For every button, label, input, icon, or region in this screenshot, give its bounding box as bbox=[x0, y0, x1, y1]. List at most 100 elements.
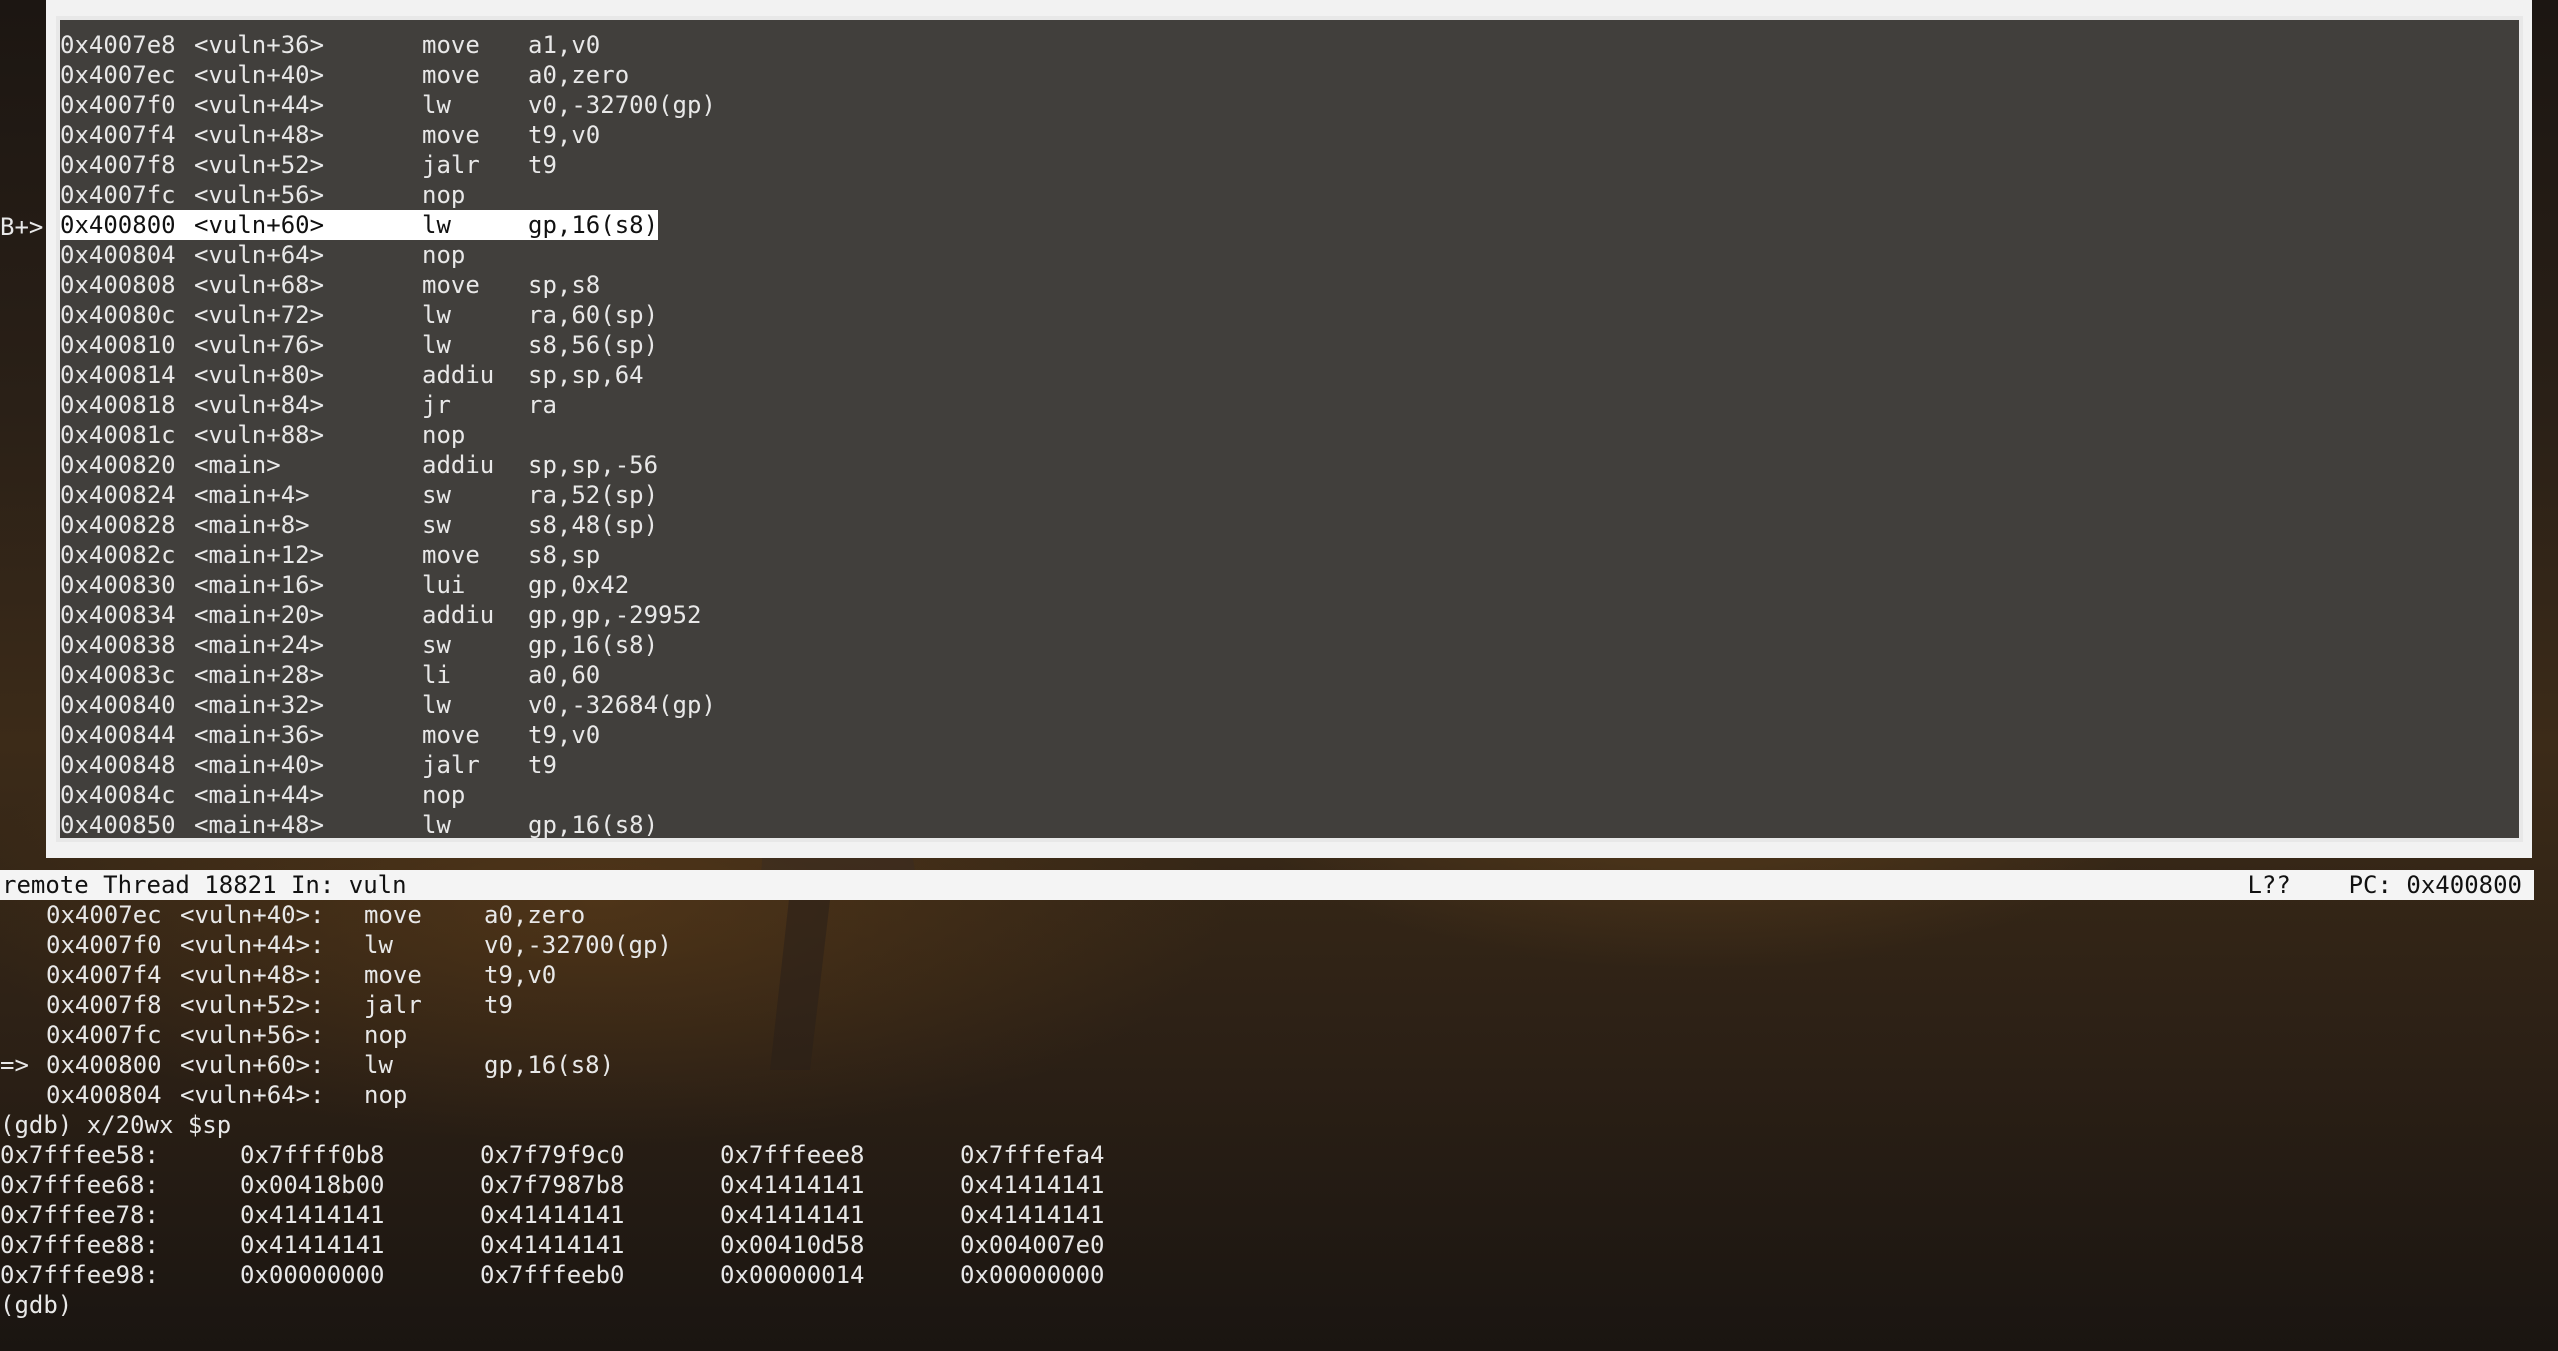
asm-opcode: jalr bbox=[422, 751, 480, 779]
memory-word: 0x41414141 bbox=[480, 1201, 625, 1229]
asm-row[interactable]: 0x4007f4 <vuln+48> move t9,v0 bbox=[60, 120, 716, 150]
asm-address: 0x40080c bbox=[60, 301, 176, 329]
memory-word: 0x7f7987b8 bbox=[480, 1171, 625, 1199]
asm-symbol: <main+48> bbox=[194, 811, 325, 839]
memory-word: 0x41414141 bbox=[960, 1171, 1105, 1199]
asm-row[interactable]: 0x400834 <main+20> addiu gp,gp,-29952 bbox=[60, 600, 716, 630]
asm-row-content: 0x400804 <vuln+64> nop bbox=[60, 240, 528, 270]
asm-row-content: 0x400800 <vuln+60> lw gp,16(s8) bbox=[60, 210, 659, 240]
asm-symbol: <vuln+36> bbox=[194, 31, 325, 59]
asm-row[interactable]: 0x400820 <main> addiu sp,sp,-56 bbox=[60, 450, 716, 480]
asm-row[interactable]: 0x40081c <vuln+88> nop bbox=[60, 420, 716, 450]
asm-row[interactable]: 0x400818 <vuln+84> jr ra bbox=[60, 390, 716, 420]
memory-row: 0x7fffee98: 0x00000000 0x7fffeeb0 0x0000001… bbox=[0, 1260, 1200, 1290]
asm-row[interactable]: 0x40083c <main+28> li a0,60 bbox=[60, 660, 716, 690]
asm-row[interactable]: 0x400804 <vuln+64> nop bbox=[60, 240, 716, 270]
asm-row[interactable]: 0x400828 <main+8> sw s8,48(sp) bbox=[60, 510, 716, 540]
asm-row-content: 0x400818 <vuln+84> jr ra bbox=[60, 390, 557, 420]
asm-operands: sp,s8 bbox=[528, 271, 601, 299]
memory-word: 0x00410d58 bbox=[720, 1231, 865, 1259]
asm-operands: v0,-32700(gp) bbox=[528, 91, 716, 119]
asm-row[interactable]: 0x4007e8 <vuln+36> move a1,v0 bbox=[60, 30, 716, 60]
asm-row[interactable]: 0x400814 <vuln+80> addiu sp,sp,64 bbox=[60, 360, 716, 390]
asm-operands: ra,60(sp) bbox=[528, 301, 659, 329]
asm-row-content: 0x40080c <vuln+72> lw ra,60(sp) bbox=[60, 300, 658, 330]
disasm-line: 0x4007ec <vuln+40>: move a0,zero bbox=[0, 900, 1200, 930]
asm-row[interactable]: 0x400848 <main+40> jalr t9 bbox=[60, 750, 716, 780]
asm-address: 0x400814 bbox=[60, 361, 176, 389]
asm-operands: gp,0x42 bbox=[528, 571, 630, 599]
asm-row[interactable]: 0x400850 <main+48> lw gp,16(s8) bbox=[60, 810, 716, 840]
memory-row: 0x7fffee68: 0x00418b00 0x7f7987b8 0x4141414… bbox=[0, 1170, 1200, 1200]
disasm-operands: t9,v0 bbox=[484, 961, 557, 989]
asm-row-content: 0x400830 <main+16> lui gp,0x42 bbox=[60, 570, 629, 600]
disasm-opcode: jalr bbox=[364, 991, 422, 1019]
command-window[interactable]: 0x4007ec <vuln+40>: move a0,zero 0x4007f0 <vu… bbox=[0, 900, 1200, 1320]
asm-opcode: lui bbox=[422, 571, 466, 599]
asm-row[interactable]: 0x400844 <main+36> move t9,v0 bbox=[60, 720, 716, 750]
asm-row[interactable]: 0x4007f8 <vuln+52> jalr t9 bbox=[60, 150, 716, 180]
asm-row[interactable]: 0x4007f0 <vuln+44> lw v0,-32700(gp) bbox=[60, 90, 716, 120]
asm-row[interactable]: 0x40080c <vuln+72> lw ra,60(sp) bbox=[60, 300, 716, 330]
current-instruction-row[interactable]: 0x400800 <vuln+60> lw gp,16(s8) bbox=[60, 210, 716, 240]
asm-symbol: <vuln+60> bbox=[194, 211, 325, 239]
gdb-command-line[interactable]: (gdb) x/20wx $sp bbox=[0, 1110, 1200, 1140]
disasm-line: 0x4007f4 <vuln+48>: move t9,v0 bbox=[0, 960, 1200, 990]
asm-row[interactable]: 0x400810 <vuln+76> lw s8,56(sp) bbox=[60, 330, 716, 360]
asm-opcode: move bbox=[422, 721, 480, 749]
gdb-prompt-line[interactable]: (gdb) bbox=[0, 1290, 1200, 1320]
asm-address: 0x40082c bbox=[60, 541, 176, 569]
asm-symbol: <main+36> bbox=[194, 721, 325, 749]
pc-arrow: => bbox=[0, 1051, 29, 1079]
asm-opcode: move bbox=[422, 541, 480, 569]
asm-operands: sp,sp,-56 bbox=[528, 451, 659, 479]
asm-opcode: lw bbox=[422, 811, 451, 839]
asm-opcode: nop bbox=[422, 181, 466, 209]
asm-address: 0x400838 bbox=[60, 631, 176, 659]
asm-row-content: 0x400844 <main+36> move t9,v0 bbox=[60, 720, 600, 750]
asm-row-content: 0x400824 <main+4> sw ra,52(sp) bbox=[60, 480, 658, 510]
asm-opcode: move bbox=[422, 121, 480, 149]
asm-symbol: <vuln+40> bbox=[194, 61, 325, 89]
asm-row[interactable]: 0x400830 <main+16> lui gp,0x42 bbox=[60, 570, 716, 600]
asm-operands: t9,v0 bbox=[528, 721, 601, 749]
memory-word: 0x7fffeeb0 bbox=[480, 1261, 625, 1289]
asm-row[interactable]: 0x4007ec <vuln+40> move a0,zero bbox=[60, 60, 716, 90]
asm-symbol: <main> bbox=[194, 451, 281, 479]
asm-row[interactable]: 0x400838 <main+24> sw gp,16(s8) bbox=[60, 630, 716, 660]
memory-word: 0x00418b00 bbox=[240, 1171, 385, 1199]
asm-opcode: lw bbox=[422, 691, 451, 719]
memory-address: 0x7fffee98: bbox=[0, 1261, 159, 1289]
asm-symbol: <vuln+84> bbox=[194, 391, 325, 419]
memory-address: 0x7fffee58: bbox=[0, 1141, 159, 1169]
asm-operands: gp,16(s8) bbox=[528, 211, 659, 239]
status-right: L?? PC: 0x400800 bbox=[2247, 870, 2522, 900]
asm-row-content: 0x400838 <main+24> sw gp,16(s8) bbox=[60, 630, 658, 660]
asm-row[interactable]: 0x400840 <main+32> lw v0,-32684(gp) bbox=[60, 690, 716, 720]
asm-row[interactable]: 0x400824 <main+4> sw ra,52(sp) bbox=[60, 480, 716, 510]
asm-row[interactable]: 0x40082c <main+12> move s8,sp bbox=[60, 540, 716, 570]
asm-address: 0x400840 bbox=[60, 691, 176, 719]
asm-row[interactable]: 0x400808 <vuln+68> move sp,s8 bbox=[60, 270, 716, 300]
gdb-command[interactable]: (gdb) x/20wx $sp bbox=[0, 1110, 231, 1140]
memory-word: 0x41414141 bbox=[480, 1231, 625, 1259]
asm-address: 0x4007f8 bbox=[60, 151, 176, 179]
gdb-prompt[interactable]: (gdb) bbox=[0, 1290, 72, 1320]
asm-row[interactable]: 0x4007fc <vuln+56> nop bbox=[60, 180, 716, 210]
pc-arrow bbox=[0, 930, 46, 960]
disasm-address: 0x400800 bbox=[46, 1051, 162, 1079]
memory-word: 0x41414141 bbox=[240, 1201, 385, 1229]
asm-opcode: addiu bbox=[422, 451, 495, 479]
disasm-line: 0x400804 <vuln+64>: nop bbox=[0, 1080, 1200, 1110]
asm-symbol: <vuln+56> bbox=[194, 181, 325, 209]
asm-row[interactable]: 0x40084c <main+44> nop bbox=[60, 780, 716, 810]
disasm-operands: t9 bbox=[484, 991, 513, 1019]
asm-operands: ra bbox=[528, 391, 557, 419]
memory-word: 0x41414141 bbox=[720, 1171, 865, 1199]
memory-word: 0x7f79f9c0 bbox=[480, 1141, 625, 1169]
asm-row-content: 0x40081c <vuln+88> nop bbox=[60, 420, 528, 450]
pc-arrow bbox=[0, 1080, 46, 1110]
asm-opcode: move bbox=[422, 271, 480, 299]
disasm-symbol: <vuln+52>: bbox=[180, 991, 325, 1019]
asm-symbol: <main+40> bbox=[194, 751, 325, 779]
